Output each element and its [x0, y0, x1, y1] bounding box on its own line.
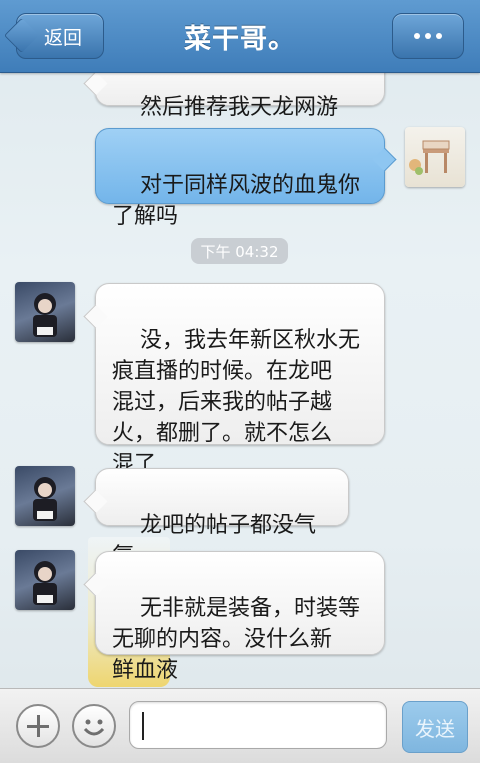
message-bubble-incoming[interactable]: 然后推荐我天龙网游: [95, 72, 385, 120]
dot-icon: [436, 33, 442, 39]
add-attachment-button[interactable]: [16, 704, 60, 748]
chair-picture-icon: [409, 140, 450, 175]
dot-icon: [425, 33, 431, 39]
message-text: 没，我去年新区秋水无 痕直播的时候。在龙吧 混过，后来我的帖子越 火，都删了。就…: [112, 328, 360, 477]
contact-avatar[interactable]: [15, 466, 75, 526]
text-caret: [142, 712, 144, 740]
title-bar: 返回 菜干哥。: [0, 0, 480, 73]
more-options-button[interactable]: [392, 13, 464, 59]
message-bubble-outgoing[interactable]: 对于同样风波的血鬼你 了解吗: [95, 128, 385, 229]
timestamp-badge: 下午 04:32: [191, 238, 288, 264]
smiley-icon: [83, 719, 105, 736]
avatar-photo-icon: [33, 561, 57, 605]
chat-title: 菜干哥。: [184, 23, 296, 55]
contact-avatar[interactable]: [15, 550, 75, 610]
message-list[interactable]: 然后推荐我天龙网游 对于同样风波的血鬼你 了解吗 下午 04:32 没，我去年新…: [0, 72, 480, 688]
message-bubble-incoming[interactable]: 没，我去年新区秋水无 痕直播的时候。在龙吧 混过，后来我的帖子越 火，都删了。就…: [95, 283, 385, 477]
avatar-photo-icon: [33, 477, 57, 521]
message-input[interactable]: [129, 701, 387, 749]
back-arrow-icon: [3, 17, 40, 54]
emoji-button[interactable]: [72, 704, 116, 748]
dot-icon: [414, 33, 420, 39]
send-button[interactable]: 发送: [402, 701, 468, 753]
plus-icon: [27, 715, 49, 737]
input-bar: 发送: [0, 688, 480, 763]
message-bubble-incoming[interactable]: 龙吧的帖子都没气氛: [95, 468, 349, 569]
message-text: 无非就是装备，时装等 无聊的内容。没什么新 鲜血液: [112, 596, 360, 683]
message-bubble-incoming[interactable]: 无非就是装备，时装等 无聊的内容。没什么新 鲜血液: [95, 551, 385, 683]
message-text: 然后推荐我天龙网游: [139, 95, 338, 120]
self-avatar[interactable]: [405, 127, 465, 187]
back-button[interactable]: 返回: [3, 13, 104, 59]
back-label: 返回: [43, 26, 82, 49]
contact-avatar[interactable]: [15, 282, 75, 342]
message-text: 对于同样风波的血鬼你 了解吗: [112, 173, 360, 229]
avatar-photo-icon: [33, 293, 57, 337]
